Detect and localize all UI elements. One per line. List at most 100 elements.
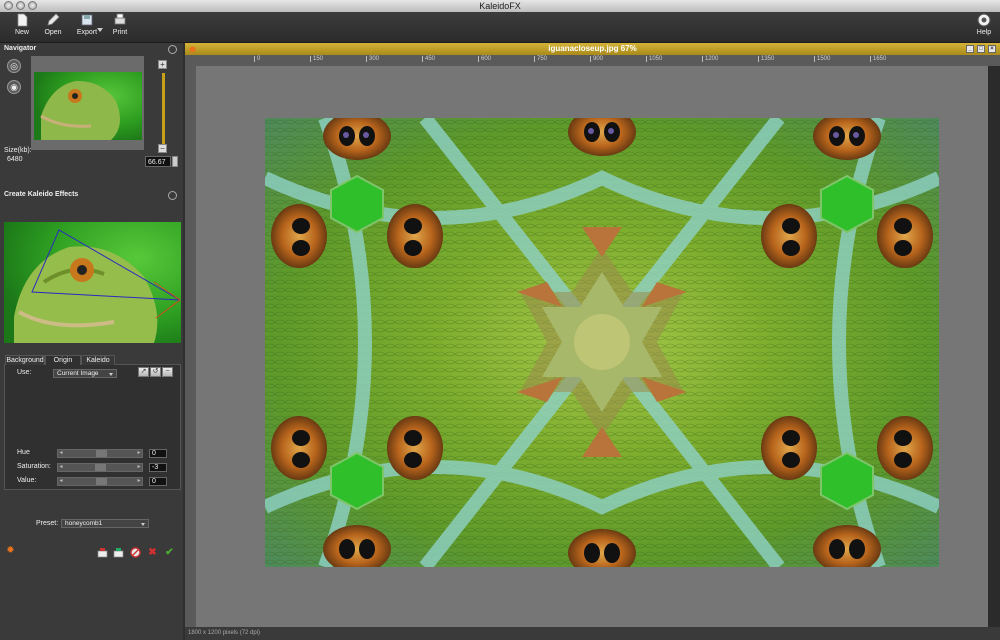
navigator-title: Navigator (4, 45, 37, 52)
saturation-slider[interactable]: ◂ ▸ (57, 463, 143, 472)
zoom-slider[interactable] (162, 73, 165, 145)
export-disk-icon (81, 14, 93, 26)
value-right-arrow[interactable]: ▸ (136, 478, 142, 485)
document-title: iguanacloseup.jpg 67% (548, 44, 637, 53)
origin-tool-button-3[interactable]: − (162, 367, 173, 377)
image-canvas[interactable] (196, 66, 988, 627)
hue-slider[interactable]: ◂ ▸ (57, 449, 143, 458)
window-controls (4, 1, 37, 10)
ruler-tick-label: 750 (534, 56, 547, 62)
navigator-pin-icon[interactable] (168, 45, 177, 54)
saturation-left-arrow[interactable]: ◂ (58, 464, 64, 471)
ruler-tick-label: 1650 (870, 56, 886, 62)
hue-right-arrow[interactable]: ▸ (136, 450, 142, 457)
ruler-tick-label: 0 (254, 56, 260, 62)
checkmark-icon: ✔ (165, 547, 174, 558)
save-preset-icon (97, 548, 108, 558)
ruler-tick-label: 1500 (814, 56, 830, 62)
hue-label: Hue (17, 449, 30, 456)
export-button[interactable]: Export (71, 13, 103, 36)
navigator-actual-button[interactable]: ◉ (7, 80, 21, 94)
left-panel: Navigator ◎ ◉ + − Size(kb): 6480 66.67 C… (0, 43, 183, 640)
saturation-slider-thumb[interactable] (95, 464, 106, 471)
doc-maximize-button[interactable]: □ (977, 45, 985, 53)
tab-background[interactable]: Background (5, 355, 45, 365)
help-button[interactable]: Help (968, 13, 1000, 36)
load-preset-icon (113, 548, 124, 558)
origin-tool-button-1[interactable]: ↗ (138, 367, 149, 377)
print-label: Print (112, 29, 128, 36)
document-titlebar: iguanacloseup.jpg 67% _ □ × (185, 43, 1000, 55)
minimize-window-button[interactable] (16, 1, 25, 10)
tab-origin[interactable]: Origin (45, 355, 81, 365)
triangle-tool-icon: ↗ (140, 368, 147, 375)
ruler-tick-label: 300 (366, 56, 379, 62)
origin-preview-image (4, 222, 181, 343)
new-document-icon (17, 13, 28, 27)
use-label: Use: (17, 369, 32, 376)
ruler-tick-label: 1050 (646, 56, 662, 62)
ruler-tick-label: 450 (422, 56, 435, 62)
size-value: 6480 (7, 156, 23, 163)
value-slider-thumb[interactable] (96, 478, 107, 485)
printer-icon (114, 13, 126, 25)
zoom-out-button[interactable]: − (158, 144, 167, 153)
save-preset-button[interactable] (97, 547, 108, 558)
apply-button[interactable]: ✔ (164, 547, 175, 558)
cancel-x-icon: ✖ (148, 547, 157, 558)
load-preset-button[interactable] (113, 547, 124, 558)
new-label: New (14, 29, 29, 36)
zoom-input[interactable]: 66.67 (145, 156, 171, 167)
rotate-tool-icon: ↺ (152, 368, 159, 375)
value-label: Value: (17, 477, 37, 484)
reset-icon (130, 547, 141, 558)
vertical-ruler (185, 55, 196, 627)
print-button[interactable]: Print (104, 13, 136, 36)
value-slider[interactable]: ◂ ▸ (57, 477, 143, 486)
navigator-thumbnail[interactable] (31, 56, 144, 150)
ruler-tick-label: 150 (310, 56, 323, 62)
value-input[interactable]: 0 (149, 477, 167, 486)
hue-input[interactable]: 0 (149, 449, 167, 458)
cancel-button[interactable]: ✖ (147, 547, 158, 558)
document-sun-icon (189, 46, 196, 53)
origin-preview[interactable] (4, 222, 181, 343)
preset-select[interactable]: honeycomb1 (61, 519, 149, 528)
reset-tool-icon: − (165, 368, 170, 375)
ruler-tick-label: 1200 (702, 56, 718, 62)
export-dropdown-arrow[interactable] (97, 28, 103, 32)
ruler-tick-label: 900 (590, 56, 603, 62)
saturation-input[interactable]: -3 (149, 463, 167, 472)
close-window-button[interactable] (4, 1, 13, 10)
new-button[interactable]: New (6, 13, 38, 36)
open-button[interactable]: Open (37, 13, 69, 36)
zoom-stepper[interactable] (172, 156, 178, 167)
saturation-label: Saturation: (17, 463, 51, 470)
options-tab-panel: Background Origin Kaleido Use: Current I… (4, 355, 181, 490)
hue-slider-thumb[interactable] (96, 450, 107, 457)
saturation-right-arrow[interactable]: ▸ (136, 464, 142, 471)
doc-minimize-button[interactable]: _ (966, 45, 974, 53)
hue-left-arrow[interactable]: ◂ (58, 450, 64, 457)
size-label: Size(kb): (4, 147, 32, 154)
help-icon (977, 13, 991, 27)
help-label: Help (976, 29, 992, 36)
reset-button[interactable] (130, 547, 141, 558)
doc-close-button[interactable]: × (988, 45, 996, 53)
main-toolbar: New Open Export Print Help (0, 12, 1000, 43)
value-left-arrow[interactable]: ◂ (58, 478, 64, 485)
kaleido-pin-icon[interactable] (168, 191, 177, 200)
kaleidofx-logo-icon[interactable]: ✹ (5, 545, 16, 556)
zoom-window-button[interactable] (28, 1, 37, 10)
kaleido-title: Create Kaleido Effects (4, 191, 79, 198)
document-window: iguanacloseup.jpg 67% _ □ × 0 150 300 450 60… (185, 43, 1000, 640)
preset-label: Preset: (36, 520, 59, 527)
navigator-fit-button[interactable]: ◎ (7, 59, 21, 73)
zoom-in-button[interactable]: + (158, 60, 167, 69)
tab-kaleido[interactable]: Kaleido (81, 355, 115, 365)
ruler-tick-label: 600 (478, 56, 491, 62)
origin-tool-button-2[interactable]: ↺ (150, 367, 161, 377)
use-select[interactable]: Current Image (53, 369, 117, 378)
kaleidoscope-image[interactable] (265, 118, 939, 567)
open-label: Open (44, 29, 62, 36)
